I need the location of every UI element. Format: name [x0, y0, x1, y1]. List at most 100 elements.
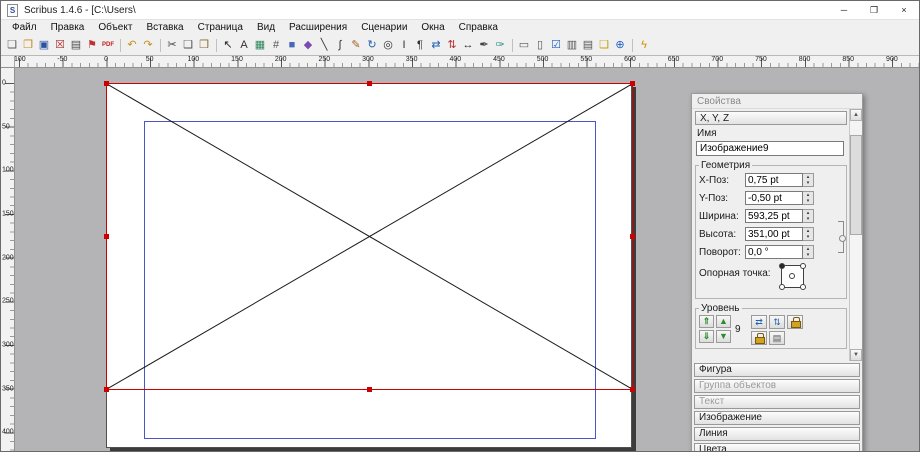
spin-down-button[interactable]: ▾ [803, 234, 813, 240]
link-width-height-icon[interactable] [838, 221, 844, 253]
resize-handle[interactable] [630, 234, 635, 239]
measurements-button[interactable]: ↔ [460, 36, 476, 54]
preflight-verifier-button[interactable]: ⚑ [84, 36, 100, 54]
spin-down-button[interactable]: ▾ [803, 180, 813, 186]
raise-to-top-button[interactable]: ⇑ [699, 315, 714, 328]
resize-handle[interactable] [104, 387, 109, 392]
lock-size-button[interactable] [751, 331, 767, 345]
maximize-button[interactable]: ❐ [859, 1, 889, 19]
insert-table-button[interactable]: # [268, 36, 284, 54]
lower-to-bottom-button[interactable]: ⇓ [699, 330, 714, 343]
insert-freehand-button[interactable]: ✎ [348, 36, 364, 54]
new-document-button[interactable]: ❏ [4, 36, 20, 54]
horizontal-ruler[interactable]: -100-50050100150200250300350400450500550… [15, 56, 919, 68]
basepoint-dot[interactable] [800, 263, 806, 269]
redo-button[interactable]: ↷ [140, 36, 156, 54]
spin-down-button[interactable]: ▾ [803, 252, 813, 258]
zoom-button[interactable]: ◎ [380, 36, 396, 54]
scroll-down-button[interactable]: ▼ [850, 349, 862, 361]
menu-windows[interactable]: Окна [414, 20, 451, 35]
pdf-checkbox-tool[interactable]: ☑ [548, 36, 564, 54]
copy-properties-button[interactable]: ✒ [476, 36, 492, 54]
resize-handle[interactable] [104, 81, 109, 86]
workspace[interactable]: -100-50050100150200250300350400450500550… [1, 56, 919, 451]
menu-edit[interactable]: Правка [44, 20, 92, 35]
menu-object[interactable]: Объект [91, 20, 139, 35]
tab-xyz[interactable]: X, Y, Z [695, 111, 847, 125]
basepoint-dot[interactable] [800, 284, 806, 290]
print-button[interactable]: ▤ [68, 36, 84, 54]
resize-handle[interactable] [367, 387, 372, 392]
menu-insert[interactable]: Вставка [139, 20, 190, 35]
scroll-up-button[interactable]: ▲ [850, 109, 862, 121]
resize-handle[interactable] [630, 387, 635, 392]
save-document-button[interactable]: ▣ [36, 36, 52, 54]
image-frame[interactable] [106, 83, 633, 390]
y-pos-field[interactable] [745, 191, 803, 205]
menu-help[interactable]: Справка [452, 20, 505, 35]
undo-button[interactable]: ↶ [124, 36, 140, 54]
frame-name-input[interactable] [696, 141, 844, 156]
print-enable-button[interactable]: ▤ [769, 331, 785, 345]
insert-shape-button[interactable]: ■ [284, 36, 300, 54]
width-field[interactable] [745, 209, 803, 223]
pdf-combo-box-tool[interactable]: ▥ [564, 36, 580, 54]
insert-text-frame-button[interactable]: A [236, 36, 252, 54]
tab-image[interactable]: Изображение [694, 411, 860, 425]
spin-down-button[interactable]: ▾ [803, 216, 813, 222]
flip-vertical-button[interactable]: ⇅ [769, 315, 785, 329]
pdf-link-tool[interactable]: ⊕ [612, 36, 628, 54]
menu-view[interactable]: Вид [250, 20, 282, 35]
tab-colors[interactable]: Цвета [694, 443, 860, 452]
scripter-actions-button[interactable]: ϟ [636, 36, 652, 54]
cut-button[interactable]: ✂ [164, 36, 180, 54]
resize-handle[interactable] [630, 81, 635, 86]
pdf-text-field-tool[interactable]: ▯ [532, 36, 548, 54]
palette-scrollbar[interactable]: ▲ ▼ [849, 109, 862, 361]
unlink-text-frames-button[interactable]: ⇅ [444, 36, 460, 54]
menu-scripts[interactable]: Сценарии [354, 20, 414, 35]
lock-button[interactable] [787, 315, 803, 329]
basepoint-selector[interactable] [781, 265, 804, 288]
tab-line[interactable]: Линия [694, 427, 860, 441]
x-pos-field[interactable] [745, 173, 803, 187]
scrollbar-thumb[interactable] [850, 135, 862, 235]
close-button[interactable]: × [889, 1, 919, 19]
eye-dropper-button[interactable]: ✑ [492, 36, 508, 54]
edit-text-button[interactable]: ¶ [412, 36, 428, 54]
menu-page[interactable]: Страница [191, 20, 250, 35]
insert-image-frame-button[interactable]: ▦ [252, 36, 268, 54]
lower-button[interactable]: ▼ [716, 330, 731, 343]
menu-file[interactable]: Файл [5, 20, 44, 35]
link-text-frames-button[interactable]: ⇄ [428, 36, 444, 54]
select-item-button[interactable]: ↖ [220, 36, 236, 54]
close-document-button[interactable]: ☒ [52, 36, 68, 54]
insert-line-button[interactable]: ╲ [316, 36, 332, 54]
vertical-ruler[interactable]: 050100150200250300350400 [1, 68, 15, 451]
rotation-field[interactable] [745, 245, 803, 259]
basepoint-dot[interactable] [779, 263, 785, 269]
resize-handle[interactable] [367, 81, 372, 86]
minimize-button[interactable]: ─ [829, 1, 859, 19]
paste-button[interactable]: ❒ [196, 36, 212, 54]
rotate-item-button[interactable]: ↻ [364, 36, 380, 54]
copy-button[interactable]: ❑ [180, 36, 196, 54]
pdf-annotation-tool[interactable]: ❏ [596, 36, 612, 54]
height-field[interactable] [745, 227, 803, 241]
raise-button[interactable]: ▲ [716, 315, 731, 328]
basepoint-dot[interactable] [779, 284, 785, 290]
palette-title[interactable]: Свойства [692, 94, 862, 109]
insert-bezier-button[interactable]: ∫ [332, 36, 348, 54]
pdf-push-button-tool[interactable]: ▭ [516, 36, 532, 54]
menu-extras[interactable]: Расширения [282, 20, 354, 35]
spin-down-button[interactable]: ▾ [803, 198, 813, 204]
resize-handle[interactable] [104, 234, 109, 239]
open-document-button[interactable]: ❐ [20, 36, 36, 54]
pdf-list-box-tool[interactable]: ▤ [580, 36, 596, 54]
tab-shape[interactable]: Фигура [694, 363, 860, 377]
edit-contents-button[interactable]: I [396, 36, 412, 54]
basepoint-dot[interactable] [789, 273, 795, 279]
scrollbar-track[interactable] [850, 121, 862, 349]
flip-horizontal-button[interactable]: ⇄ [751, 315, 767, 329]
insert-polygon-button[interactable]: ◆ [300, 36, 316, 54]
